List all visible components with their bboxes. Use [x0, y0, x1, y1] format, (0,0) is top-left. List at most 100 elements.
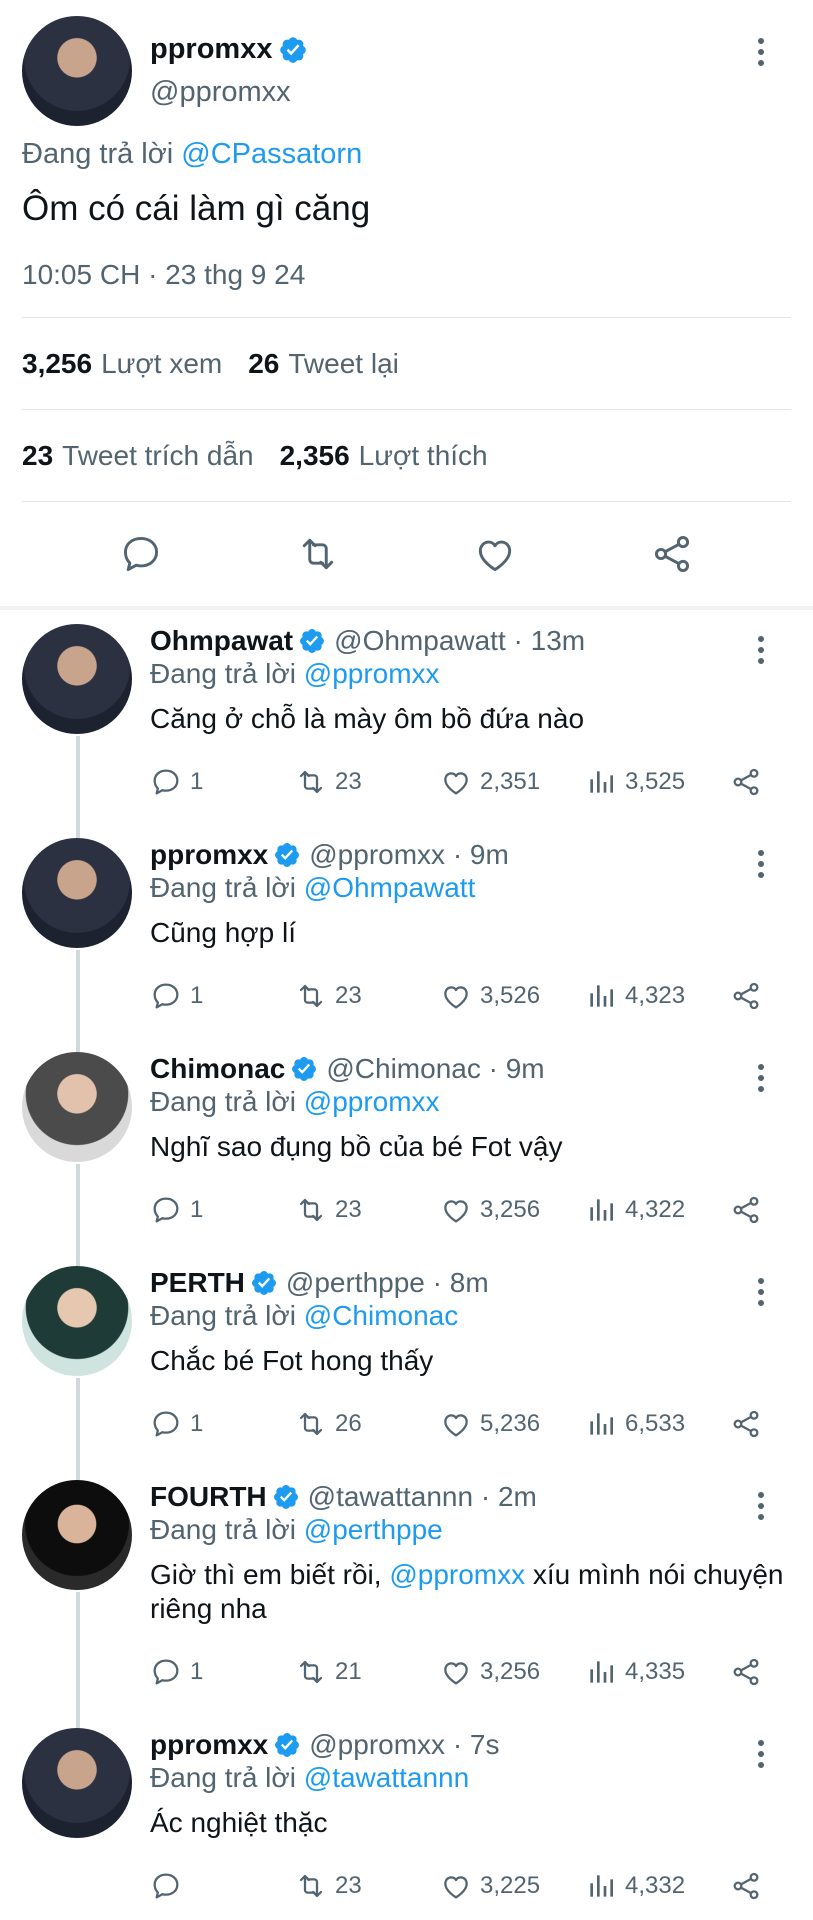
more-options-icon[interactable]	[749, 850, 773, 883]
replying-to-mention[interactable]: @Chimonac	[304, 1300, 458, 1331]
retweet-button[interactable]: 26	[295, 1408, 440, 1440]
reply-tweet[interactable]: Chimonac @Chimonac · 9m Đang trả lời @ppr…	[0, 1052, 813, 1266]
like-icon	[444, 1662, 468, 1685]
handle-and-time[interactable]: @tawattannn · 2m	[308, 1481, 537, 1513]
views-button[interactable]: 4,335	[585, 1656, 730, 1688]
share-button[interactable]	[730, 1656, 762, 1688]
retweet-button[interactable]: 23	[295, 1194, 440, 1226]
replying-to-mention[interactable]: @ppromxx	[304, 658, 440, 689]
replying-to-mention[interactable]: @perthppe	[304, 1514, 443, 1545]
like-icon[interactable]	[473, 532, 517, 576]
verified-badge-icon	[273, 1485, 298, 1509]
views-button[interactable]: 4,323	[585, 980, 730, 1012]
reply-button[interactable]: 1	[150, 980, 295, 1012]
avatar[interactable]	[22, 624, 132, 734]
retweet-icon[interactable]	[296, 532, 340, 576]
like-icon	[444, 986, 468, 1009]
like-button[interactable]: 2,351	[440, 766, 585, 798]
reply-tweet[interactable]: ppromxx @ppromxx · 9m Đang trả lời @Ohmpa…	[0, 838, 813, 1052]
retweet-button[interactable]: 21	[295, 1656, 440, 1688]
display-name[interactable]: Ohmpawat	[150, 625, 293, 657]
display-name[interactable]: PERTH	[150, 1267, 245, 1299]
stats-row-views-retweets: 3,256 Lượt xem 26 Tweet lại	[22, 318, 791, 410]
share-button[interactable]	[730, 766, 762, 798]
likes-label[interactable]: Lượt thích	[359, 440, 488, 472]
replying-to-label: Đang trả lời	[150, 658, 296, 689]
user-handle[interactable]: @ppromxx	[150, 76, 308, 109]
display-name[interactable]: FOURTH	[150, 1481, 267, 1513]
share-button[interactable]	[730, 1870, 762, 1902]
reply-tweet[interactable]: Ohmpawat @Ohmpawatt · 13m Đang trả lời @p…	[0, 624, 813, 838]
reply-button[interactable]: 1	[150, 766, 295, 798]
like-button[interactable]: 3,256	[440, 1656, 585, 1688]
handle-and-time[interactable]: @ppromxx · 9m	[309, 839, 509, 871]
like-icon	[444, 1200, 468, 1223]
quotes-label[interactable]: Tweet trích dẫn	[62, 440, 253, 472]
display-name[interactable]: ppromxx	[150, 1729, 268, 1761]
text-mention[interactable]: @ppromxx	[389, 1559, 525, 1590]
retweet-button[interactable]: 23	[295, 980, 440, 1012]
handle-and-time[interactable]: @Chimonac · 9m	[326, 1053, 544, 1085]
reply-tweet[interactable]: PERTH @perthppe · 8m Đang trả lời @Chimon…	[0, 1266, 813, 1480]
replying-to-mention[interactable]: @ppromxx	[304, 1086, 440, 1117]
more-options-icon[interactable]	[749, 1492, 773, 1525]
share-button[interactable]	[730, 980, 762, 1012]
display-name[interactable]: ppromxx	[150, 839, 268, 871]
replying-to: Đang trả lời @CPassatorn	[22, 138, 791, 171]
display-name-text[interactable]: ppromxx	[150, 33, 272, 66]
share-button[interactable]	[730, 1194, 762, 1226]
tweet-text: Ác nghiệt thặc	[150, 1807, 328, 1838]
tweet-timestamp[interactable]: 10:05 CH · 23 thg 9 24	[22, 259, 791, 318]
share-button[interactable]	[730, 1408, 762, 1440]
reply-button[interactable]: 1	[150, 1656, 295, 1688]
avatar[interactable]	[22, 838, 132, 948]
retweet-button[interactable]: 23	[295, 766, 440, 798]
display-name[interactable]: ppromxx	[150, 33, 308, 66]
view-count: 4,323	[625, 982, 686, 1009]
more-options-icon[interactable]	[749, 1740, 773, 1773]
replying-to-mention[interactable]: @tawattannn	[304, 1762, 469, 1793]
retweets-count[interactable]: 26	[248, 348, 279, 380]
handle-and-time[interactable]: @perthppe · 8m	[286, 1267, 489, 1299]
like-icon	[444, 772, 468, 795]
likes-count[interactable]: 2,356	[280, 440, 350, 472]
more-options-icon[interactable]	[749, 38, 773, 71]
retweets-label[interactable]: Tweet lại	[288, 348, 399, 380]
handle-and-time[interactable]: @ppromxx · 7s	[309, 1729, 499, 1761]
handle-and-time[interactable]: @Ohmpawatt · 13m	[334, 625, 585, 657]
reply-button[interactable]	[150, 1870, 295, 1902]
views-button[interactable]: 4,332	[585, 1870, 730, 1902]
more-options-icon[interactable]	[749, 1278, 773, 1311]
views-button[interactable]: 4,322	[585, 1194, 730, 1226]
display-name[interactable]: Chimonac	[150, 1053, 285, 1085]
more-options-icon[interactable]	[749, 636, 773, 669]
like-button[interactable]: 3,256	[440, 1194, 585, 1226]
reply-tweet[interactable]: ppromxx @ppromxx · 7s Đang trả lời @tawat…	[0, 1728, 813, 1918]
reply-icon	[153, 1659, 179, 1685]
like-button[interactable]: 3,526	[440, 980, 585, 1012]
views-button[interactable]: 3,525	[585, 766, 730, 798]
replying-to-mention[interactable]: @CPassatorn	[181, 138, 362, 170]
quotes-count[interactable]: 23	[22, 440, 53, 472]
reply-icon[interactable]	[119, 532, 163, 576]
retweet-button[interactable]: 23	[295, 1870, 440, 1902]
avatar[interactable]	[22, 16, 132, 126]
avatar[interactable]	[22, 1728, 132, 1838]
like-button[interactable]: 3,225	[440, 1870, 585, 1902]
replying-to-mention[interactable]: @Ohmpawatt	[304, 872, 476, 903]
reply-action-bar: 1 26 5,236 6,533	[150, 1404, 791, 1444]
reply-button[interactable]: 1	[150, 1408, 295, 1440]
more-options-icon[interactable]	[749, 1064, 773, 1097]
retweet-count: 26	[335, 1410, 362, 1437]
like-button[interactable]: 5,236	[440, 1408, 585, 1440]
share-icon[interactable]	[650, 532, 694, 576]
reply-tweet[interactable]: FOURTH @tawattannn · 2m Đang trả lời @per…	[0, 1480, 813, 1728]
replying-to-label: Đang trả lời	[150, 1762, 296, 1793]
views-button[interactable]: 6,533	[585, 1408, 730, 1440]
replying-to-label: Đang trả lời	[22, 138, 174, 170]
reply-button[interactable]: 1	[150, 1194, 295, 1226]
avatar[interactable]	[22, 1266, 132, 1376]
views-chart-icon	[590, 1875, 613, 1897]
avatar[interactable]	[22, 1052, 132, 1162]
avatar[interactable]	[22, 1480, 132, 1590]
